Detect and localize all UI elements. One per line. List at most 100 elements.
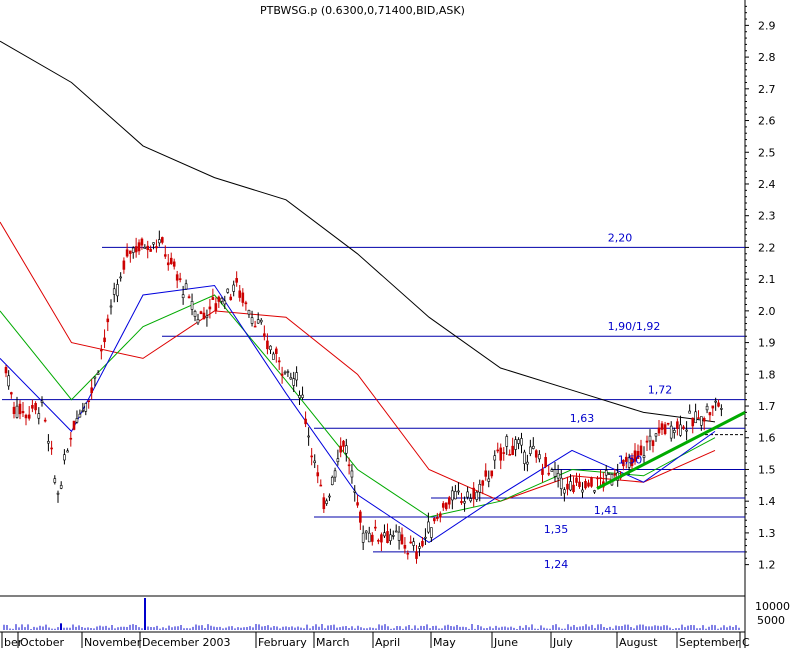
candle-body bbox=[250, 317, 254, 324]
candle-body bbox=[433, 518, 436, 522]
candle-body bbox=[705, 405, 709, 411]
candle-body bbox=[169, 257, 173, 264]
candle-body bbox=[87, 400, 91, 402]
candle-body bbox=[4, 367, 8, 374]
candle-body bbox=[286, 371, 290, 373]
candle-body bbox=[663, 424, 667, 435]
candle-body bbox=[301, 394, 304, 398]
candle-body bbox=[451, 490, 454, 501]
candle-body bbox=[508, 454, 512, 456]
level-label: 1,90/1,92 bbox=[608, 320, 661, 333]
candle-body bbox=[161, 237, 164, 243]
candle-body bbox=[466, 491, 469, 498]
candle-body bbox=[478, 484, 482, 493]
candle-body bbox=[223, 300, 227, 305]
candle-body bbox=[685, 429, 688, 432]
candle-body bbox=[34, 403, 37, 411]
candle-body bbox=[493, 455, 497, 461]
candle-body bbox=[415, 551, 418, 559]
candle-body bbox=[347, 464, 351, 467]
candle-body bbox=[66, 450, 69, 453]
candle-body bbox=[383, 532, 386, 537]
y-tick-label: 1.3 bbox=[758, 527, 776, 540]
candle-body bbox=[587, 482, 590, 487]
candle-body bbox=[403, 544, 407, 549]
y-tick-label: 1.4 bbox=[758, 495, 776, 508]
candle-body bbox=[541, 469, 544, 475]
candle-body bbox=[259, 319, 263, 323]
candle-body bbox=[220, 297, 224, 302]
candle-body bbox=[90, 387, 93, 394]
candle-body bbox=[359, 511, 362, 523]
y-tick-label: 2.5 bbox=[758, 146, 776, 159]
candle-body bbox=[717, 402, 720, 407]
candle-body bbox=[691, 417, 695, 427]
y-tick-label: 1.8 bbox=[758, 368, 776, 381]
candle-body bbox=[593, 490, 596, 493]
candle-body bbox=[166, 262, 170, 266]
candle-body bbox=[688, 410, 691, 414]
candle-body bbox=[272, 353, 275, 360]
candle-body bbox=[559, 477, 563, 490]
candle-body bbox=[325, 500, 328, 504]
candle-body bbox=[702, 418, 706, 422]
x-tick-label: July bbox=[552, 636, 573, 648]
candle-body bbox=[397, 531, 401, 541]
candle-body bbox=[137, 242, 141, 252]
candle-body bbox=[547, 472, 551, 475]
candle-body bbox=[654, 433, 658, 437]
candle-body bbox=[412, 541, 415, 546]
candle-body bbox=[56, 492, 60, 495]
candle-body bbox=[584, 480, 587, 489]
candle-body bbox=[531, 445, 535, 449]
candle-body bbox=[409, 541, 413, 544]
candle-body bbox=[529, 446, 532, 454]
candle-body bbox=[10, 392, 13, 395]
candle-body bbox=[172, 261, 176, 267]
y-tick-label: 1.2 bbox=[758, 559, 776, 572]
candle-body bbox=[534, 450, 538, 458]
candle-body bbox=[214, 303, 218, 311]
candle-body bbox=[575, 477, 578, 483]
candle-body bbox=[556, 473, 560, 479]
x-tick-label: March bbox=[316, 636, 350, 648]
candle-body bbox=[81, 410, 85, 412]
candle-body bbox=[15, 405, 19, 418]
candle-body bbox=[469, 498, 472, 502]
candle-body bbox=[181, 294, 185, 299]
candle-body bbox=[502, 452, 506, 454]
candle-body bbox=[370, 534, 374, 542]
candle-body bbox=[7, 375, 10, 387]
candle-body bbox=[377, 540, 380, 542]
candle-body bbox=[59, 485, 63, 489]
candle-body bbox=[336, 458, 340, 463]
candle-body bbox=[333, 470, 337, 478]
candle-body bbox=[152, 242, 155, 245]
y-tick-label: 2.9 bbox=[758, 19, 776, 32]
candle-body bbox=[208, 306, 212, 310]
x-tick-label: April bbox=[375, 636, 400, 648]
level-label: 1,50 bbox=[618, 453, 643, 466]
y-tick-label: 2.0 bbox=[758, 305, 776, 318]
candle-body bbox=[84, 403, 88, 412]
candle-body bbox=[550, 469, 554, 472]
candle-body bbox=[544, 457, 547, 467]
candle-body bbox=[361, 532, 365, 543]
candle-body bbox=[103, 337, 106, 343]
candle-body bbox=[514, 439, 517, 450]
candle-body bbox=[526, 461, 529, 465]
candle-body bbox=[199, 311, 203, 315]
candle-body bbox=[596, 477, 599, 480]
level-label: 1,63 bbox=[570, 412, 595, 425]
candle-body bbox=[72, 420, 76, 430]
candle-body bbox=[313, 460, 317, 464]
candle-body bbox=[241, 292, 245, 303]
candle-body bbox=[682, 426, 685, 429]
candle-body bbox=[93, 376, 97, 379]
candle-body bbox=[714, 400, 717, 403]
candle-body bbox=[350, 470, 354, 478]
candle-body bbox=[109, 305, 113, 308]
x-tick-label: November bbox=[84, 636, 142, 648]
candle-body bbox=[447, 497, 451, 505]
candle-body bbox=[391, 535, 395, 537]
